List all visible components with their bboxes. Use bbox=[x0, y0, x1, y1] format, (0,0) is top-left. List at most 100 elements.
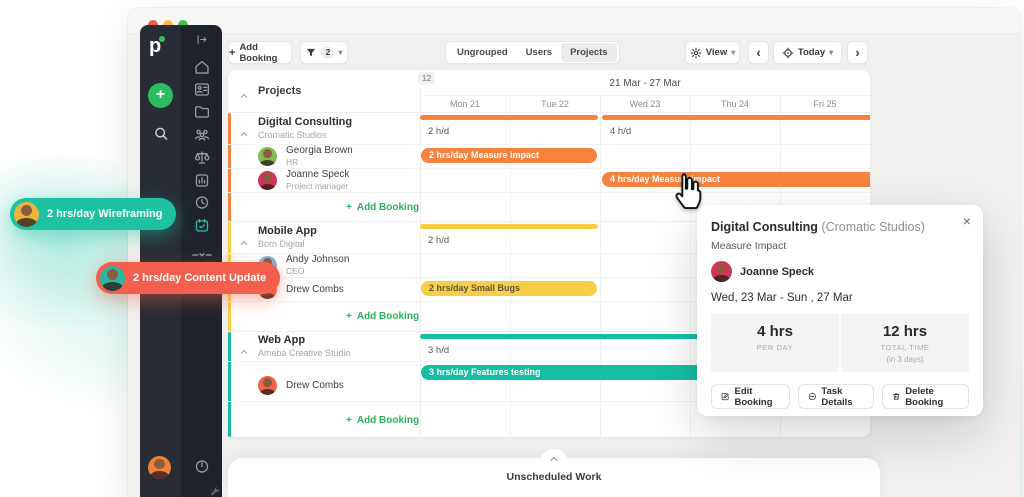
member-name: Drew Combs bbox=[286, 283, 344, 296]
project-client: Born Digital bbox=[258, 239, 317, 251]
today-button[interactable]: Today ▾ bbox=[773, 41, 842, 64]
member-role: Project manager bbox=[286, 181, 349, 192]
daily-total-label: 3 h/d bbox=[420, 345, 449, 356]
filter-button[interactable]: 2 ▾ bbox=[300, 41, 348, 64]
add-booking-link[interactable]: +Add Booking bbox=[346, 202, 419, 213]
next-week-button[interactable]: › bbox=[847, 41, 868, 64]
day-header: Fri 25 bbox=[780, 96, 870, 112]
member-name: Joanne Speck bbox=[286, 168, 349, 181]
popup-task-name: Measure Impact bbox=[711, 240, 969, 252]
avatar bbox=[14, 202, 39, 227]
stat-total-time: 12 hrs TOTAL TIME (in 3 days) bbox=[841, 314, 969, 372]
day-header: Mon 21 bbox=[420, 96, 510, 112]
assignee-name: Joanne Speck bbox=[740, 266, 814, 278]
project-client: Ameba Creative Studio bbox=[258, 348, 351, 360]
popup-project-name: Digital Consulting bbox=[711, 220, 818, 234]
edit-icon bbox=[721, 391, 730, 402]
delete-booking-button[interactable]: Delete Booking bbox=[882, 384, 969, 409]
home-icon[interactable] bbox=[193, 59, 210, 76]
projects-icon[interactable] bbox=[193, 103, 210, 120]
filter-count-badge: 2 bbox=[321, 46, 334, 59]
close-icon[interactable]: × bbox=[963, 213, 971, 229]
stat-value: 4 hrs bbox=[715, 323, 835, 340]
avatar bbox=[100, 266, 125, 291]
chevron-up-icon bbox=[240, 343, 248, 351]
stat-value: 12 hrs bbox=[845, 323, 965, 340]
avatar bbox=[711, 261, 732, 282]
expand-panel-notch[interactable] bbox=[539, 449, 569, 467]
view-button[interactable]: View ▾ bbox=[685, 41, 740, 64]
daily-total-label: 2 h/d bbox=[420, 235, 449, 246]
reports-icon[interactable] bbox=[193, 172, 210, 189]
add-booking-link[interactable]: +Add Booking bbox=[346, 311, 419, 322]
sidebar-primary-rail: p + bbox=[140, 25, 181, 497]
stat-label: PER DAY bbox=[715, 343, 835, 352]
contacts-icon[interactable] bbox=[193, 81, 210, 98]
prev-week-button[interactable]: ‹ bbox=[748, 41, 769, 64]
plus-icon: + bbox=[346, 415, 352, 426]
tab-ungrouped[interactable]: Ungrouped bbox=[448, 43, 517, 62]
collapse-sidebar-icon[interactable] bbox=[195, 33, 208, 46]
stat-sub-label: (in 3 days) bbox=[845, 355, 965, 364]
popup-assignee: Joanne Speck bbox=[711, 261, 969, 282]
plus-icon: + bbox=[346, 311, 352, 322]
tab-projects[interactable]: Projects bbox=[561, 43, 617, 62]
trash-icon bbox=[892, 391, 901, 402]
drag-badge-wireframing[interactable]: 2 hrs/day Wireframing bbox=[10, 198, 176, 230]
task-details-icon bbox=[808, 391, 817, 402]
grouping-tabs: Ungrouped Users Projects bbox=[445, 41, 620, 64]
daily-total-bar bbox=[420, 115, 598, 120]
day-header-row: Mon 21 Tue 22 Wed 23 Thu 24 Fri 25 bbox=[420, 96, 870, 113]
member-name: Georgia Brown bbox=[286, 144, 353, 157]
chevron-down-icon: ▾ bbox=[731, 49, 735, 57]
search-icon[interactable] bbox=[152, 125, 169, 142]
settings-wrench-icon[interactable] bbox=[209, 484, 220, 495]
popup-stats: 4 hrs PER DAY 12 hrs TOTAL TIME (in 3 da… bbox=[711, 314, 969, 372]
sidebar: p + bbox=[140, 25, 222, 497]
chevron-up-icon bbox=[240, 87, 248, 95]
add-booking-link[interactable]: +Add Booking bbox=[346, 415, 419, 426]
add-booking-button[interactable]: + Add Booking bbox=[228, 41, 292, 64]
popup-title: Digital Consulting (Cromatic Studios) bbox=[711, 220, 969, 234]
chevron-up-icon bbox=[240, 234, 248, 242]
filter-funnel-icon bbox=[305, 47, 317, 59]
booking-bar[interactable]: 2 hrs/day Small Bugs bbox=[421, 281, 597, 296]
more-nav-icon[interactable] bbox=[192, 247, 212, 257]
paymo-logo: p bbox=[149, 35, 161, 58]
booking-details-popup: × Digital Consulting (Cromatic Studios) … bbox=[697, 205, 983, 416]
app-window: p + bbox=[128, 8, 1020, 497]
daily-total-label: 4 h/d bbox=[602, 126, 631, 137]
project-client: Cromatic Studios bbox=[258, 130, 352, 142]
hand-cursor bbox=[670, 172, 704, 215]
drag-badge-content-update[interactable]: 2 hrs/day Content Update bbox=[96, 262, 280, 294]
projects-panel-header[interactable]: Projects bbox=[228, 70, 420, 113]
panel-header-label: Projects bbox=[258, 85, 301, 97]
daily-total-label: 2 h/d bbox=[420, 126, 449, 137]
project-name: Mobile App bbox=[258, 225, 317, 239]
tab-users[interactable]: Users bbox=[517, 43, 561, 62]
avatar bbox=[258, 376, 277, 395]
avatar bbox=[258, 171, 277, 190]
project-name: Web App bbox=[258, 334, 351, 348]
sidebar-nav-rail bbox=[181, 25, 222, 497]
scheduler-icon[interactable] bbox=[193, 217, 210, 234]
invoices-icon[interactable] bbox=[193, 149, 210, 166]
team-icon[interactable] bbox=[193, 126, 210, 143]
time-icon[interactable] bbox=[193, 194, 210, 211]
booking-bar[interactable]: 2 hrs/day Measure impact bbox=[421, 148, 597, 163]
power-icon[interactable] bbox=[193, 458, 210, 475]
user-avatar[interactable] bbox=[148, 456, 171, 479]
member-role: CEO bbox=[286, 266, 349, 277]
popup-client-name: (Cromatic Studios) bbox=[821, 220, 925, 234]
window-titlebar bbox=[128, 8, 1020, 34]
task-details-button[interactable]: Task Details bbox=[798, 384, 874, 409]
chevron-up-icon bbox=[240, 125, 248, 133]
popup-date-range: Wed, 23 Mar - Sun , 27 Mar bbox=[711, 292, 969, 304]
edit-booking-button[interactable]: Edit Booking bbox=[711, 384, 790, 409]
quick-add-button[interactable]: + bbox=[148, 83, 173, 108]
unscheduled-work-panel[interactable]: Unscheduled Work bbox=[228, 458, 880, 497]
member-name: Drew Combs bbox=[286, 379, 344, 392]
project-name: Digital Consulting bbox=[258, 116, 352, 130]
avatar bbox=[258, 147, 277, 166]
booking-bar[interactable]: 4 hrs/day Measure impact bbox=[602, 172, 870, 187]
